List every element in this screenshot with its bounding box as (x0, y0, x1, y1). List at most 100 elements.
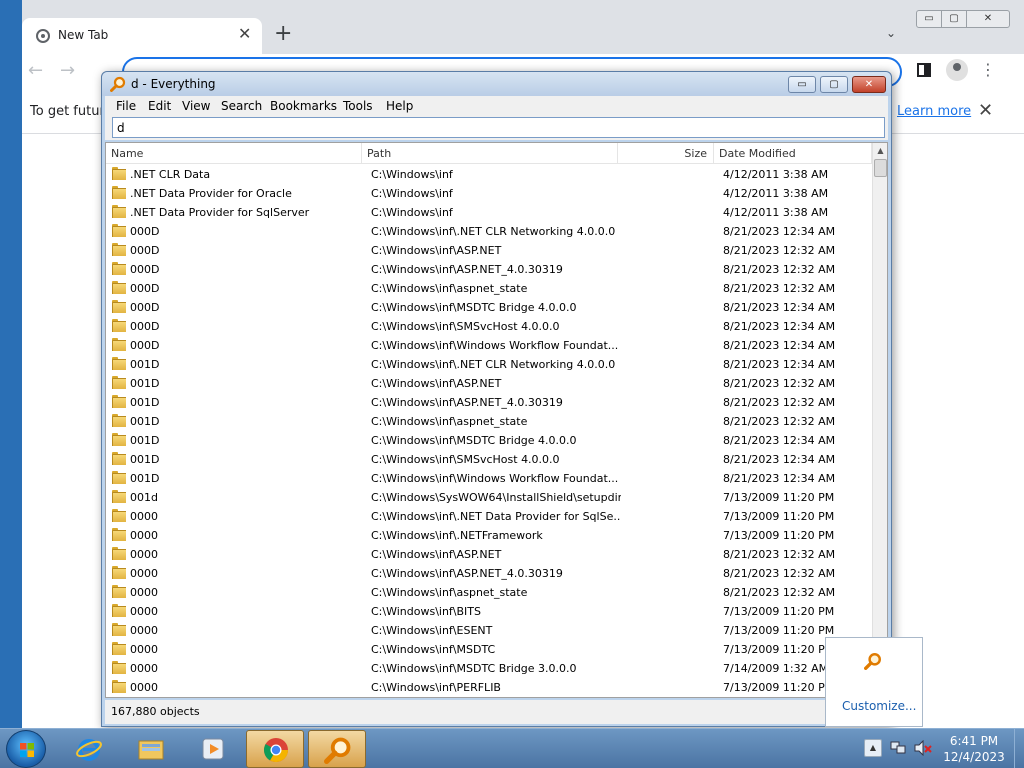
column-size[interactable]: Size (618, 143, 714, 164)
menu-file[interactable]: File (116, 99, 136, 113)
result-date-modified: 4/12/2011 3:38 AM (723, 168, 829, 181)
result-name: 000D (130, 339, 160, 352)
infobar-close-icon[interactable]: ✕ (978, 100, 993, 121)
tab-new-tab[interactable]: New Tab ✕ (22, 18, 262, 54)
chrome-maximize-button[interactable]: ▢ (941, 10, 967, 28)
menu-search[interactable]: Search (221, 99, 262, 113)
menu-edit[interactable]: Edit (148, 99, 171, 113)
result-row[interactable]: 0000 C:\Windows\inf\MSDTC Bridge 3.0.0.0 7… (106, 659, 872, 678)
result-row[interactable]: 001D C:\Windows\inf\ASP.NET 8/21/2023 12:3… (106, 374, 872, 393)
taskbar-chrome[interactable] (246, 730, 304, 768)
result-date-modified: 8/21/2023 12:32 AM (723, 244, 836, 257)
result-row[interactable]: 0000 C:\Windows\inf\.NETFramework 7/13/200… (106, 526, 872, 545)
result-row[interactable]: 000D C:\Windows\inf\ASP.NET_4.0.30319 8/21… (106, 260, 872, 279)
result-row[interactable]: 001D C:\Windows\inf\aspnet_state 8/21/2023… (106, 412, 872, 431)
taskbar-everything[interactable] (308, 730, 366, 768)
column-header: Name Path Size Date Modified (106, 143, 872, 164)
result-row[interactable]: 000D C:\Windows\inf\.NET CLR Networking 4… (106, 222, 872, 241)
side-panel-icon[interactable] (917, 63, 931, 77)
result-row[interactable]: 0000 C:\Windows\inf\BITS 7/13/2009 11:20 P… (106, 602, 872, 621)
everything-titlebar[interactable]: d - Everything ▭ ▢ ✕ (102, 72, 891, 96)
result-name: 0000 (130, 567, 158, 580)
result-row[interactable]: 0000 C:\Windows\inf\ASP.NET_4.0.30319 8/21… (106, 564, 872, 583)
network-icon[interactable] (890, 740, 906, 756)
everything-tray-icon[interactable] (864, 652, 882, 670)
new-tab-button[interactable]: + (274, 22, 292, 46)
vertical-scrollbar[interactable]: ▲ (872, 143, 887, 697)
close-button[interactable]: ✕ (852, 76, 886, 93)
volume-muted-icon[interactable] (914, 740, 932, 756)
result-row[interactable]: 0000 C:\Windows\inf\PERFLIB 7/13/2009 11:2… (106, 678, 872, 697)
result-path: C:\Windows\inf\MSDTC Bridge 4.0.0.0 (371, 301, 577, 314)
folder-icon (112, 167, 126, 180)
result-row[interactable]: 001D C:\Windows\inf\SMSvcHost 4.0.0.0 8/21… (106, 450, 872, 469)
folder-icon (112, 338, 126, 351)
column-date-modified[interactable]: Date Modified (714, 143, 872, 164)
tab-close-icon[interactable]: ✕ (238, 24, 251, 43)
minimize-button[interactable]: ▭ (788, 76, 816, 93)
back-arrow-icon[interactable]: ← (28, 60, 43, 81)
folder-icon (112, 433, 126, 446)
result-row[interactable]: .NET CLR Data C:\Windows\inf 4/12/2011 3:3… (106, 165, 872, 184)
result-row[interactable]: 001D C:\Windows\inf\.NET CLR Networking 4… (106, 355, 872, 374)
chrome-menu-icon[interactable]: ⋮ (980, 60, 996, 79)
taskbar-file-explorer[interactable] (122, 730, 180, 768)
result-row[interactable]: 001D C:\Windows\inf\ASP.NET_4.0.30319 8/21… (106, 393, 872, 412)
taskbar-internet-explorer[interactable] (60, 730, 118, 768)
result-name: 000D (130, 301, 160, 314)
result-name: 000D (130, 263, 160, 276)
customize-link[interactable]: Customize... (842, 699, 916, 713)
result-name: 0000 (130, 510, 158, 523)
profile-avatar-icon[interactable] (946, 59, 968, 81)
chrome-close-button[interactable]: ✕ (966, 10, 1010, 28)
result-row[interactable]: .NET Data Provider for Oracle C:\Windows\… (106, 184, 872, 203)
start-button[interactable] (6, 730, 46, 768)
result-row[interactable]: 001D C:\Windows\inf\Windows Workflow Foun… (106, 469, 872, 488)
result-date-modified: 7/13/2009 11:20 PM (723, 529, 835, 542)
result-path: C:\Windows\inf\ESENT (371, 624, 493, 637)
menu-view[interactable]: View (182, 99, 210, 113)
learn-more-link[interactable]: Learn more (897, 104, 971, 119)
result-name: 001D (130, 472, 160, 485)
clock[interactable]: 6:41 PM 12/4/2023 (936, 733, 1012, 765)
menu-help[interactable]: Help (386, 99, 413, 113)
result-date-modified: 8/21/2023 12:32 AM (723, 548, 836, 561)
result-row[interactable]: 000D C:\Windows\inf\MSDTC Bridge 4.0.0.0 8… (106, 298, 872, 317)
result-row[interactable]: 0000 C:\Windows\inf\ESENT 7/13/2009 11:20 … (106, 621, 872, 640)
folder-icon (112, 509, 126, 522)
column-path[interactable]: Path (362, 143, 618, 164)
result-row[interactable]: 000D C:\Windows\inf\SMSvcHost 4.0.0.0 8/21… (106, 317, 872, 336)
result-row[interactable]: 000D C:\Windows\inf\ASP.NET 8/21/2023 12:3… (106, 241, 872, 260)
result-path: C:\Windows\inf\Windows Workflow Foundat.… (371, 339, 619, 352)
column-name[interactable]: Name (106, 143, 362, 164)
show-desktop-button[interactable] (1014, 729, 1024, 768)
search-input[interactable] (112, 117, 885, 138)
maximize-button[interactable]: ▢ (820, 76, 848, 93)
scrollbar-thumb[interactable] (874, 159, 887, 177)
forward-arrow-icon[interactable]: → (60, 60, 75, 81)
menu-tools[interactable]: Tools (343, 99, 373, 113)
show-hidden-icons-arrow-icon[interactable]: ▲ (864, 739, 882, 757)
result-date-modified: 8/21/2023 12:34 AM (723, 453, 836, 466)
tab-search-chevron-icon[interactable]: ⌄ (886, 26, 896, 40)
scroll-up-arrow-icon[interactable]: ▲ (873, 143, 887, 158)
result-row[interactable]: 001d C:\Windows\SysWOW64\InstallShield\se… (106, 488, 872, 507)
result-row[interactable]: .NET Data Provider for SqlServer C:\Windo… (106, 203, 872, 222)
result-row[interactable]: 000D C:\Windows\inf\Windows Workflow Foun… (106, 336, 872, 355)
taskbar-media-player[interactable] (184, 730, 242, 768)
result-row[interactable]: 0000 C:\Windows\inf\MSDTC 7/13/2009 11:20 … (106, 640, 872, 659)
menu-bookmarks[interactable]: Bookmarks (270, 99, 337, 113)
result-row[interactable]: 000D C:\Windows\inf\aspnet_state 8/21/2023… (106, 279, 872, 298)
result-date-modified: 8/21/2023 12:34 AM (723, 320, 836, 333)
result-name: 001d (130, 491, 158, 504)
results-list[interactable]: Name Path Size Date Modified .NET CLR Da… (105, 142, 888, 698)
result-path: C:\Windows\inf\ASP.NET (371, 244, 502, 257)
result-row[interactable]: 0000 C:\Windows\inf\ASP.NET 8/21/2023 12:3… (106, 545, 872, 564)
result-date-modified: 8/21/2023 12:32 AM (723, 377, 836, 390)
chrome-minimize-button[interactable]: ▭ (916, 10, 942, 28)
result-row[interactable]: 0000 C:\Windows\inf\.NET Data Provider fo… (106, 507, 872, 526)
result-date-modified: 8/21/2023 12:32 AM (723, 282, 836, 295)
folder-icon (112, 661, 126, 674)
result-row[interactable]: 0000 C:\Windows\inf\aspnet_state 8/21/2023… (106, 583, 872, 602)
result-row[interactable]: 001D C:\Windows\inf\MSDTC Bridge 4.0.0.0 8… (106, 431, 872, 450)
